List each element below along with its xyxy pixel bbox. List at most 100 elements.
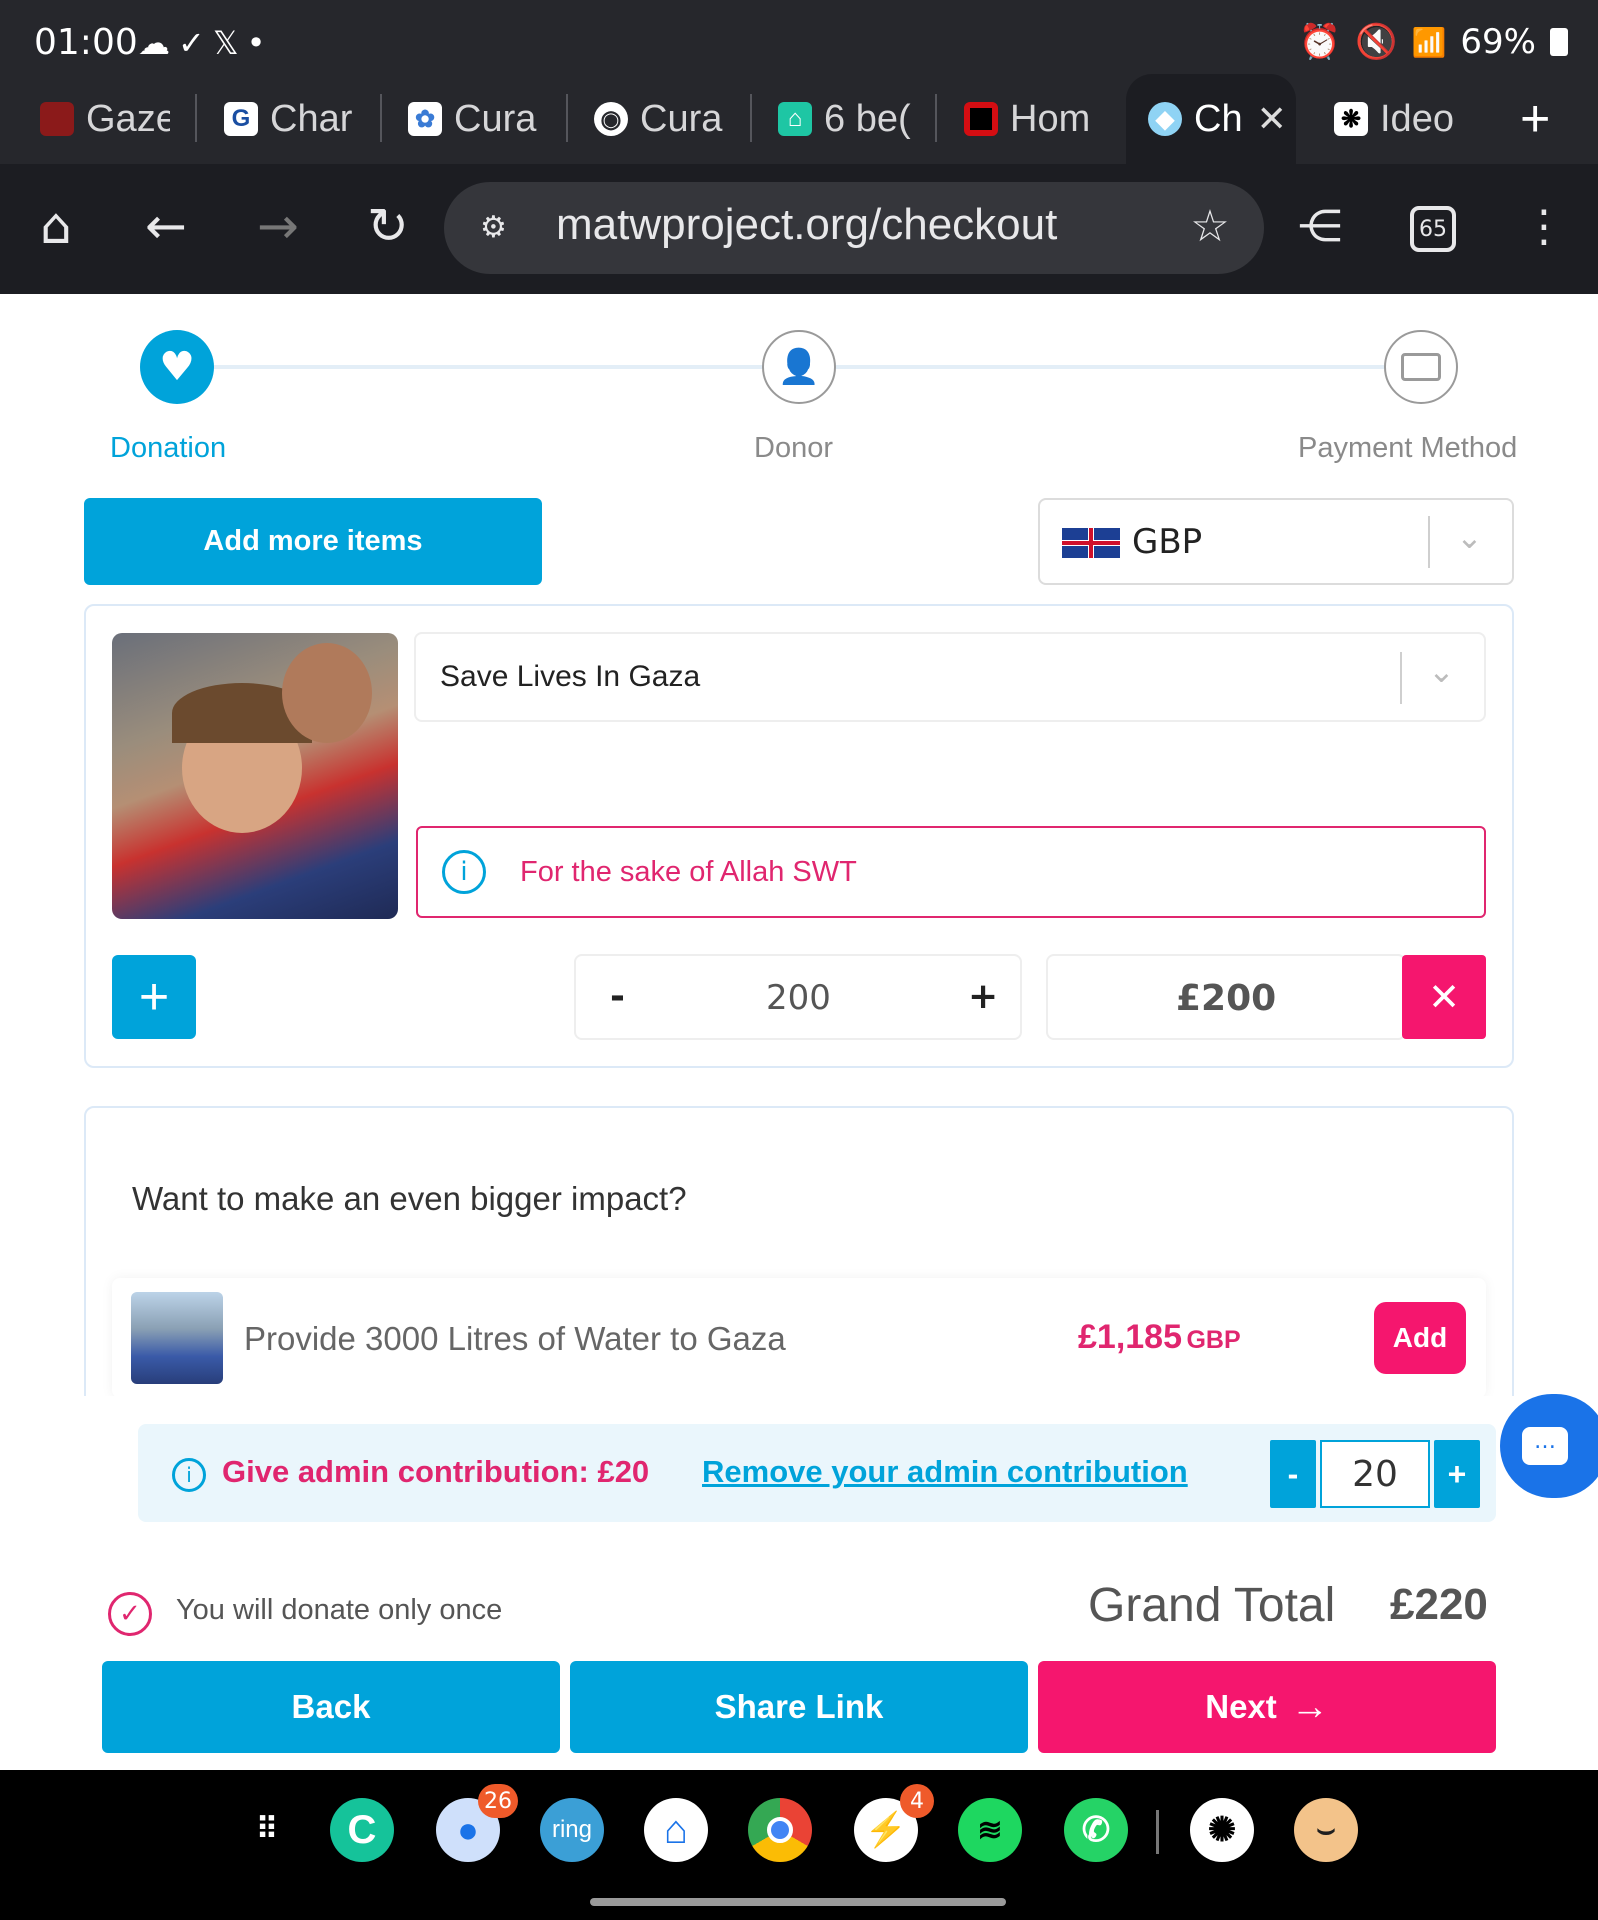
alarm-icon: ⏰	[1298, 22, 1342, 62]
grand-total-label: Grand Total	[1088, 1579, 1336, 1632]
browser-tab[interactable]: ✿ Cura	[408, 74, 568, 164]
mute-icon: 🔇	[1355, 22, 1398, 62]
item-photo	[112, 633, 398, 919]
browser-tab[interactable]: G Char	[224, 74, 374, 164]
close-icon: ✕	[1428, 975, 1460, 1019]
admin-contribution-text: Give admin contribution: £20	[222, 1454, 650, 1489]
url-text[interactable]: matwproject.org/checkout	[556, 200, 1057, 250]
gesture-bar	[590, 1898, 1006, 1906]
add-more-items-button[interactable]: Add more items	[84, 498, 542, 585]
upsell-price-currency: GBP	[1186, 1326, 1241, 1354]
step-donation-circle: ♥	[140, 330, 214, 404]
close-tab-icon[interactable]: ✕	[1257, 98, 1287, 140]
admin-amount-value: 20	[1352, 1453, 1398, 1495]
red-square-icon	[40, 102, 74, 136]
apps-grid-icon[interactable]: ⠿	[236, 1798, 300, 1862]
chat-bubble-button[interactable]: …	[1500, 1394, 1598, 1498]
smart-home-icon[interactable]: ⌂	[644, 1798, 708, 1862]
note-field[interactable]: i For the sake of Allah SWT	[416, 826, 1486, 918]
share-link-button[interactable]: Share Link	[570, 1661, 1028, 1753]
ring-icon[interactable]: ring	[540, 1798, 604, 1862]
tab-label: 6 be(	[824, 97, 911, 140]
browser-tab[interactable]: ⌂ 6 be(	[778, 74, 913, 164]
forward-arrow-icon[interactable]: →	[248, 196, 308, 256]
messenger-badge: 4	[900, 1784, 934, 1818]
quantity-value[interactable]: 200	[766, 978, 831, 1018]
upsell-thumbnail	[131, 1292, 223, 1384]
whatsapp-icon[interactable]: ✆	[1064, 1798, 1128, 1862]
browser-tab[interactable]: Hom	[964, 74, 1094, 164]
status-time: 01:00	[34, 22, 138, 63]
messages-badge-count: 26	[484, 1788, 512, 1814]
back-button[interactable]: Back	[102, 1661, 560, 1753]
amazon-icon[interactable]: ⌣	[1294, 1798, 1358, 1862]
tab-label: Ideo	[1380, 97, 1454, 140]
system-icons: ⏰ 🔇 📶 69%	[1299, 22, 1568, 62]
browser-tab-active[interactable]: ◆ Ch ✕	[1126, 74, 1296, 164]
quantity-plus-button[interactable]: +	[968, 976, 998, 1017]
reload-icon[interactable]: ↻	[358, 196, 418, 256]
step-label-payment: Payment Method	[1298, 432, 1518, 464]
step-label-donor: Donor	[754, 432, 833, 464]
chevron-down-icon: ⌄	[1456, 518, 1483, 556]
currency-code: GBP	[1132, 522, 1203, 562]
remove-item-button[interactable]: ✕	[1402, 955, 1486, 1039]
back-label: Back	[291, 1688, 371, 1725]
amount-value: £200	[1176, 978, 1277, 1019]
tab-label: Cura	[640, 97, 723, 140]
bookmark-star-icon[interactable]: ☆	[1180, 196, 1240, 256]
tab-switcher-icon[interactable]: 65	[1410, 206, 1456, 252]
menu-kebab-icon[interactable]: ⋮	[1514, 196, 1574, 256]
g-logo-icon: G	[224, 102, 258, 136]
step-label-donation: Donation	[110, 432, 227, 464]
notification-icons: ☁✓𝕏•	[138, 24, 274, 62]
new-tab-icon[interactable]: +	[1520, 74, 1570, 164]
chevron-down-icon: ⌄	[1428, 652, 1455, 690]
wifi-icon: 📶	[1411, 25, 1447, 59]
battery-icon	[1550, 28, 1568, 56]
amount-field[interactable]: £200	[1046, 954, 1406, 1040]
messages-badge: 26	[478, 1784, 518, 1818]
tab-label: Char	[270, 97, 353, 140]
flower-icon: ✿	[408, 102, 442, 136]
spotify-icon[interactable]: ≋	[958, 1798, 1022, 1862]
admin-minus-button[interactable]: -	[1270, 1440, 1316, 1508]
quantity-stepper[interactable]: - 200 +	[574, 954, 1022, 1040]
project-select[interactable]: Save Lives In Gaza ⌄	[414, 632, 1486, 722]
share-link-label: Share Link	[714, 1688, 884, 1725]
back-arrow-icon[interactable]: ←	[136, 196, 196, 256]
browser-tab[interactable]: Gaze	[40, 74, 170, 164]
chrome-icon[interactable]	[748, 1798, 812, 1862]
browser-tab[interactable]: ❋ Ideo	[1334, 74, 1474, 164]
upsell-heading: Want to make an even bigger impact?	[132, 1180, 687, 1217]
admin-amount-input[interactable]: 20	[1320, 1440, 1430, 1508]
home-icon[interactable]: ⌂	[26, 196, 86, 256]
remove-admin-contribution-link[interactable]: Remove your admin contribution	[702, 1454, 1188, 1490]
next-button[interactable]: Next →	[1038, 1661, 1496, 1753]
admin-plus-button[interactable]: +	[1434, 1440, 1480, 1508]
upsell-price-value: £1,185	[1078, 1318, 1182, 1356]
grammarly-icon[interactable]: C	[330, 1798, 394, 1862]
blue-globe-icon: ◆	[1148, 102, 1182, 136]
info-icon: i	[442, 850, 486, 894]
check-circle-icon: ✓	[108, 1592, 152, 1636]
add-item-plus-button[interactable]: +	[112, 955, 196, 1039]
quantity-minus-button[interactable]: -	[610, 976, 625, 1017]
next-label: Next	[1205, 1688, 1277, 1725]
grand-total-value: £220	[1390, 1580, 1488, 1629]
add-more-items-label: Add more items	[203, 525, 423, 557]
site-settings-icon[interactable]: ⚙	[480, 210, 520, 250]
uk-flag-cross	[1062, 528, 1120, 558]
currency-select[interactable]: GBP ⌄	[1038, 498, 1514, 585]
note-text: For the sake of Allah SWT	[520, 856, 857, 888]
battery-level: 69%	[1460, 22, 1536, 62]
dock-divider	[1156, 1810, 1159, 1854]
chatgpt-icon[interactable]: ✺	[1190, 1798, 1254, 1862]
admin-plus-label: +	[1447, 1455, 1467, 1492]
tab-label: Cura	[454, 97, 537, 140]
share-icon[interactable]: ⋲	[1290, 196, 1350, 256]
browser-tab[interactable]: ◉ Cura	[594, 74, 754, 164]
upsell-add-button[interactable]: Add	[1374, 1302, 1466, 1374]
red-square-icon	[964, 102, 998, 136]
arrow-right-icon: →	[1290, 1685, 1329, 1728]
